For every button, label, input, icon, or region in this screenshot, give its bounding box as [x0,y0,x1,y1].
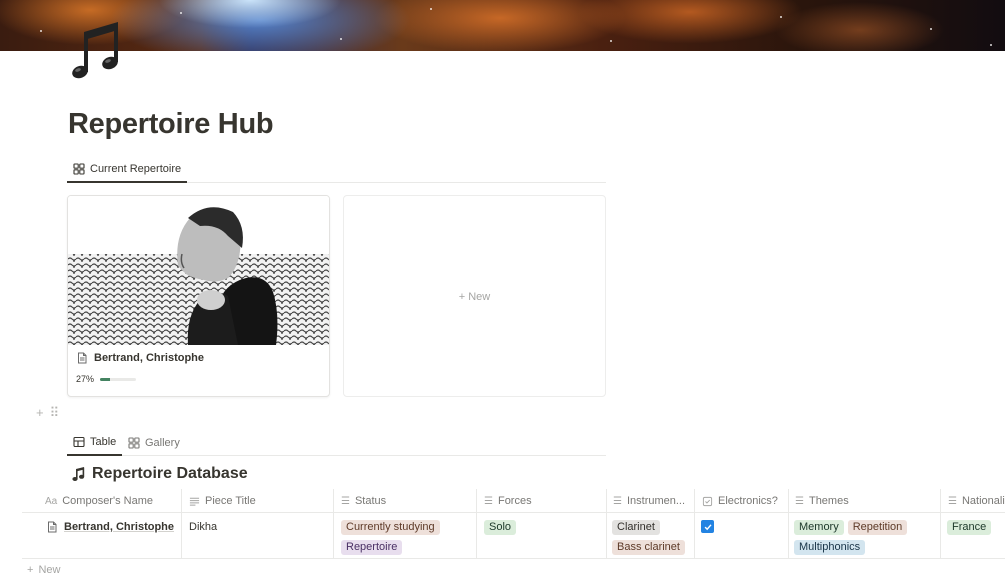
tab-current-repertoire[interactable]: Current Repertoire [67,157,188,183]
column-header-forces[interactable]: ☰ Forces [484,489,604,513]
column-header-themes[interactable]: ☰ Themes [795,489,935,513]
progress-percent: 27% [76,374,95,384]
page-icon [78,352,87,364]
drag-handle-icon[interactable]: ⠿ [50,405,60,421]
block-handle[interactable]: + ⠿ [36,405,59,421]
progress-bar-fill [100,377,110,381]
tab-label: Gallery [145,437,180,449]
cell-electronics[interactable] [701,520,714,533]
nationality-tag: France [947,520,992,535]
new-row-button[interactable]: + New [27,564,60,576]
plus-icon[interactable]: + [36,405,44,421]
cell-status[interactable]: Currently studying Repertoire [341,520,473,560]
new-card-button[interactable]: + New [343,195,606,397]
progress-bar [100,377,137,381]
linked-view-tabs: Current Repertoire [67,157,606,183]
musical-notes-icon[interactable] [70,18,124,80]
status-tag: Repertoire [341,540,403,555]
table-header: Aa Composer's Name Piece Title ☰ Status … [22,489,1005,513]
page-cover-image[interactable] [0,0,1005,51]
multi-select-icon: ☰ [341,495,350,507]
new-row-label: New [38,564,61,576]
page-title[interactable]: Repertoire Hub [68,108,274,141]
gallery-icon [128,437,140,449]
title-property-icon: Aa [45,495,58,507]
page-icon [48,521,57,533]
column-header-nationality[interactable]: ☰ Nationali [948,489,1005,513]
database-title-text: Repertoire Database [92,465,248,482]
multi-select-icon: ☰ [795,495,804,507]
plus-icon: + [27,564,34,576]
instrument-tag: Bass clarinet [612,540,685,555]
musical-note-icon [72,467,85,481]
multi-select-icon: ☰ [484,495,493,507]
checkbox-property-icon [702,496,713,507]
card-title-text: Bertrand, Christophe [94,352,205,364]
theme-tag: Memory [794,520,844,535]
checkbox-checked[interactable] [701,520,714,533]
tab-gallery[interactable]: Gallery [128,430,180,456]
column-header-instrumentation[interactable]: ☰ Instrumen... [613,489,693,513]
multi-select-icon: ☰ [613,495,622,507]
database-view-tabs: Table Gallery [67,430,606,456]
card-title: Bertrand, Christophe [76,352,204,364]
theme-tag: Multiphonics [794,540,866,555]
tab-label: Current Repertoire [90,163,182,175]
table-icon [73,436,85,448]
database-title[interactable]: Repertoire Database [72,465,248,483]
card-cover-image [68,196,329,345]
composer-name: Bertrand, Christophe [64,521,175,533]
tab-label: Table [90,436,117,448]
card-progress: 27% [76,374,137,384]
instrument-tag: Clarinet [612,520,660,535]
column-header-composer[interactable]: Aa Composer's Name [45,489,185,513]
gallery-card[interactable]: Bertrand, Christophe 27% [67,195,330,397]
gallery-icon [73,163,85,175]
new-card-label: + New [458,291,491,303]
table-row[interactable]: Bertrand, Christophe Dikha Currently stu… [22,513,1005,559]
column-header-electronics[interactable]: Electronics? [702,489,792,513]
cell-themes[interactable]: Memory Repetition Multiphonics [794,520,939,560]
forces-tag: Solo [484,520,517,535]
checkmark-icon [704,523,712,530]
cell-instrumentation[interactable]: Clarinet Bass clarinet [612,520,694,560]
cell-piece-title[interactable]: Dikha [189,521,217,533]
column-header-status[interactable]: ☰ Status [341,489,471,513]
theme-tag: Repetition [847,520,908,535]
text-property-icon [189,496,200,507]
column-header-piece-title[interactable]: Piece Title [189,489,329,513]
cell-nationality[interactable]: France [947,520,995,540]
status-tag: Currently studying [341,520,440,535]
multi-select-icon: ☰ [948,495,957,507]
cell-composer[interactable]: Bertrand, Christophe [46,521,174,533]
tab-table[interactable]: Table [67,430,123,456]
cell-forces[interactable]: Solo [484,520,520,540]
